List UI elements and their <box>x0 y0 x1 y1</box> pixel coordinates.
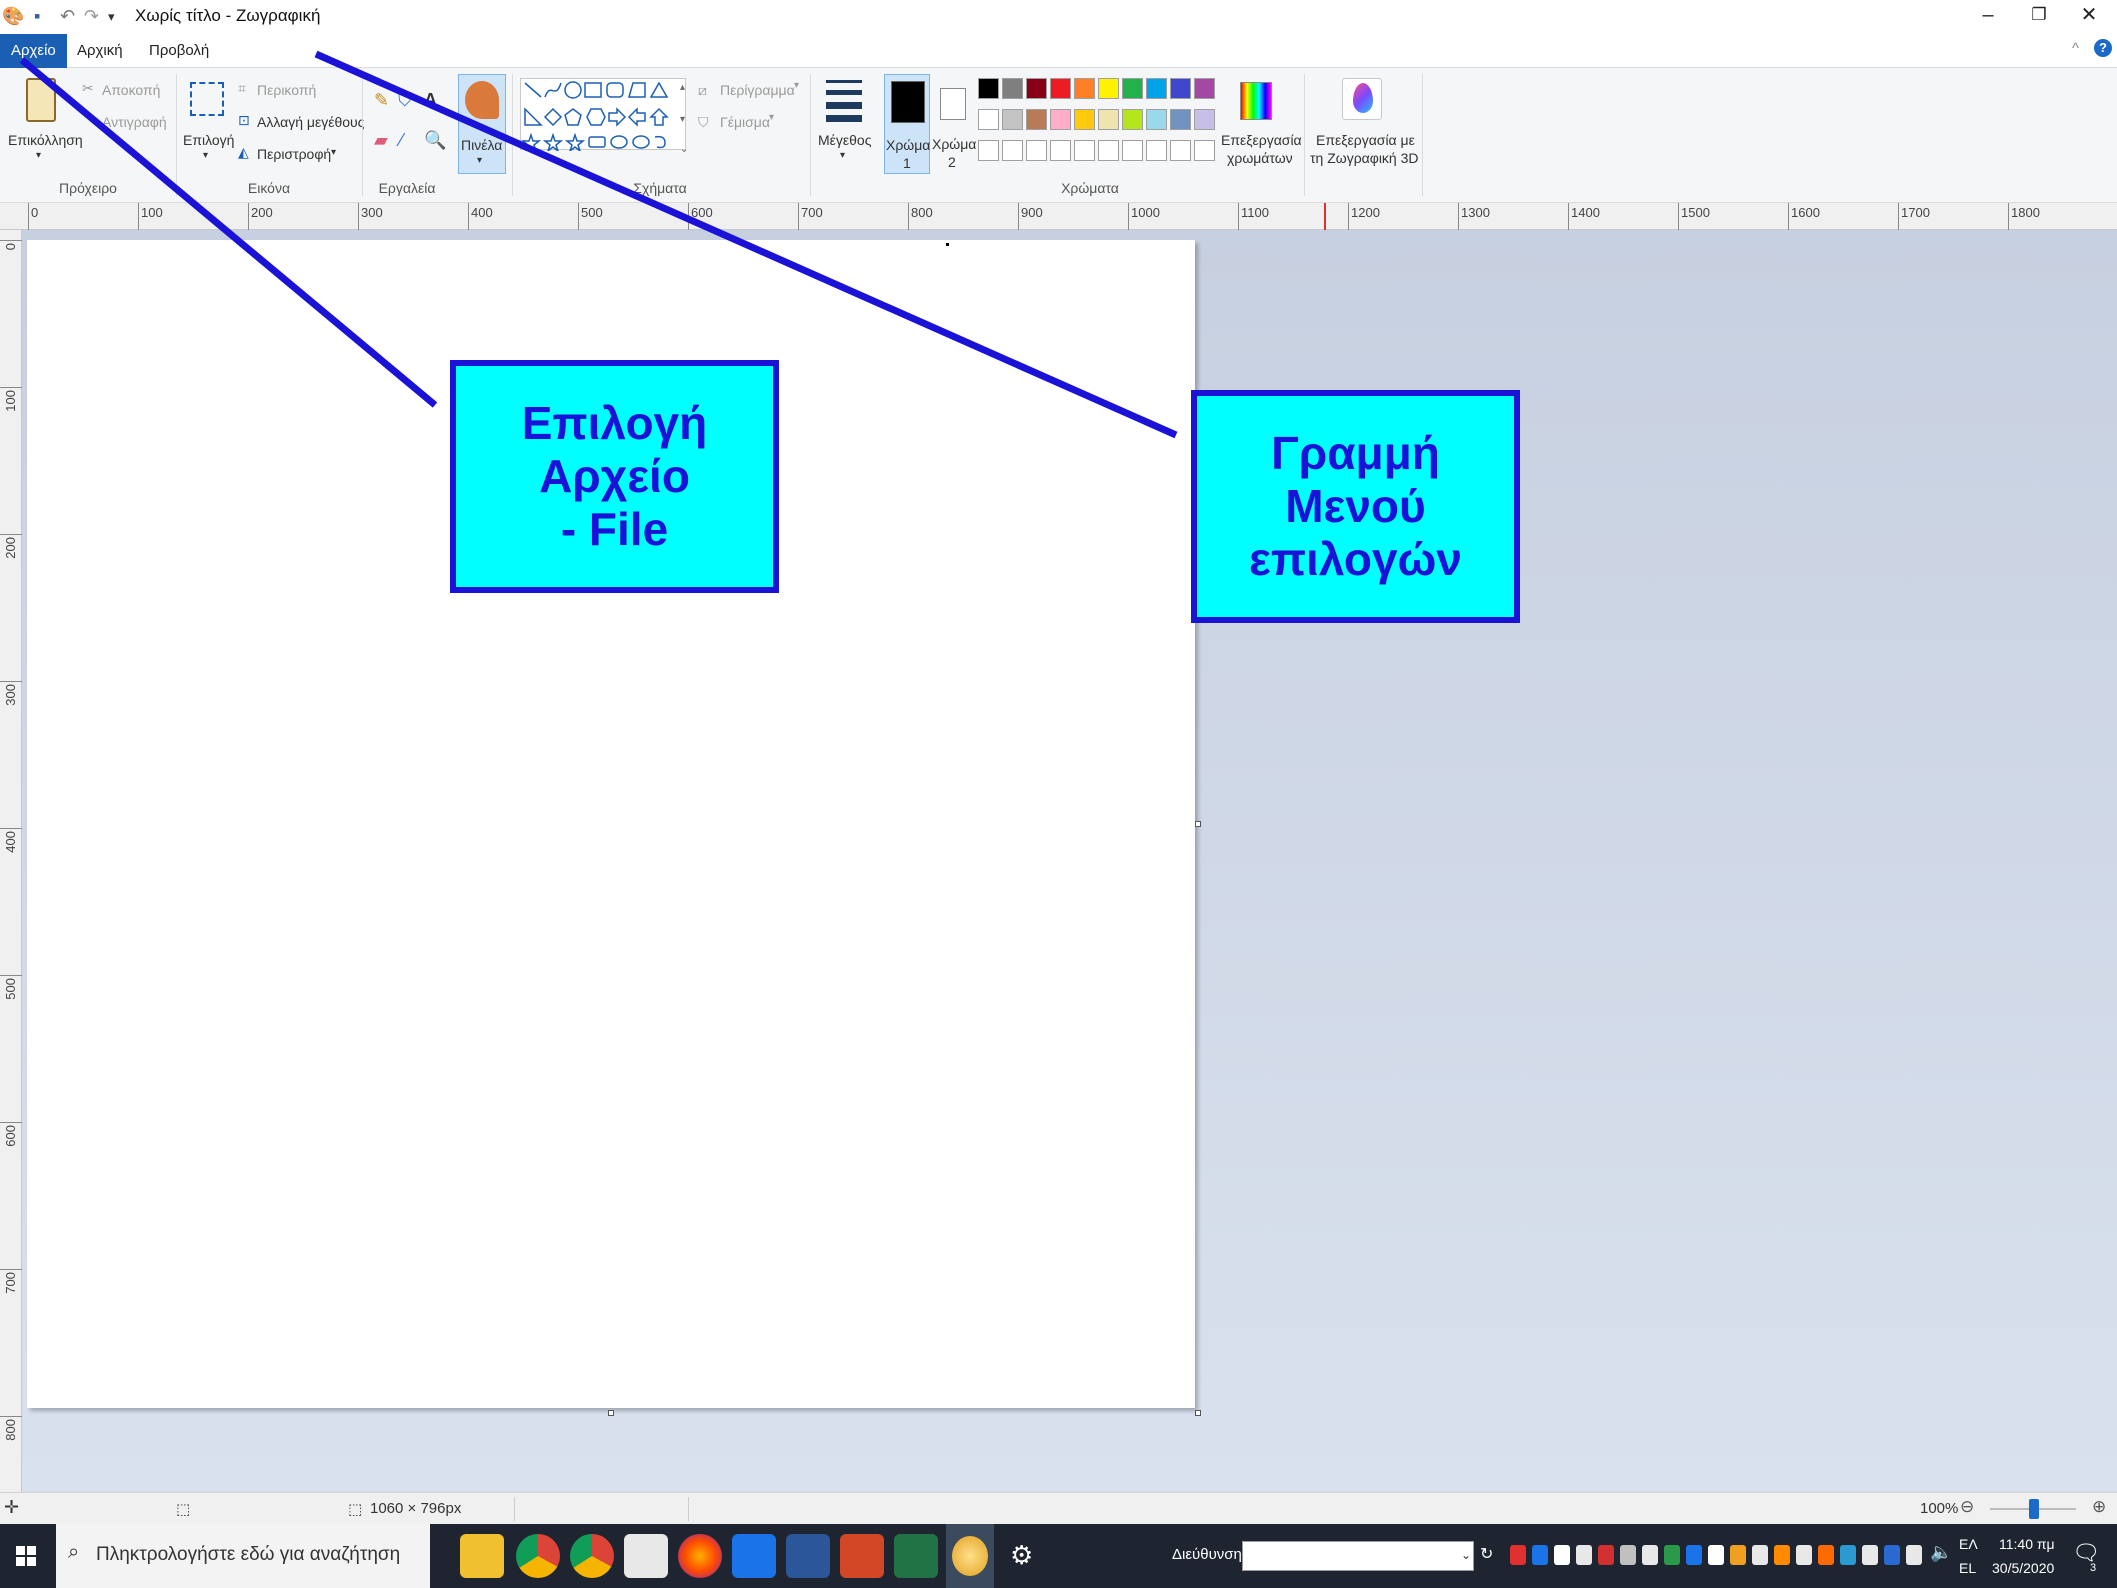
callout-lines <box>19 50 1178 439</box>
callout-file-line-1: Επιλογή <box>521 397 708 449</box>
volume-icon[interactable]: 🔈 <box>1930 1542 1952 1563</box>
notifications-count: 3 <box>2090 1562 2097 1574</box>
tray-app-icon[interactable] <box>1554 1545 1570 1565</box>
taskbar: ⌕ Πληκτρολογήστε εδώ για αναζήτηση ⚙ Διε… <box>0 1524 2117 1588</box>
tray-app-icon[interactable] <box>1576 1545 1592 1565</box>
callout-menu-line-2: Μενού <box>1285 480 1426 532</box>
callout-file-line-3: - File <box>560 503 669 555</box>
address-input[interactable]: ⌄ <box>1242 1541 1474 1571</box>
search-icon: ⌕ <box>68 1541 80 1563</box>
mail-icon[interactable] <box>732 1534 776 1578</box>
image-dimensions: 1060 × 796px <box>370 1500 462 1517</box>
tray-app-icon[interactable] <box>1862 1545 1878 1565</box>
tray-app-icon[interactable] <box>1730 1545 1746 1565</box>
tray-app-icon[interactable] <box>1752 1545 1768 1565</box>
powerpoint-icon[interactable] <box>840 1534 884 1578</box>
tray-app-icon[interactable] <box>1796 1545 1812 1565</box>
zoom-level: 100% <box>1920 1500 1959 1517</box>
zoom-slider-thumb[interactable] <box>2029 1499 2039 1519</box>
tray-app-icon[interactable] <box>1884 1545 1900 1565</box>
tray-app-icon[interactable] <box>1664 1545 1680 1565</box>
paint-taskbar-icon <box>952 1536 988 1576</box>
excel-icon[interactable] <box>894 1534 938 1578</box>
callout-file: Επιλογή Αρχείο - File <box>450 360 779 593</box>
callout-menu-line-1: Γραμμή <box>1271 427 1440 479</box>
input-language-top[interactable]: ΕΛ <box>1959 1536 1978 1552</box>
start-square <box>27 1546 36 1555</box>
address-go-icon[interactable]: ↻ <box>1480 1544 1493 1564</box>
callout-menu-line-3: επιλογών <box>1249 533 1462 585</box>
tray-app-icon[interactable] <box>1620 1545 1636 1565</box>
callout-file-line-2: Αρχείο <box>539 450 690 502</box>
tray-app-icon[interactable] <box>1906 1545 1922 1565</box>
windows-start-icon[interactable] <box>16 1546 36 1566</box>
address-label: Διεύθυνση <box>1172 1546 1242 1563</box>
chrome-icon-2[interactable] <box>570 1534 614 1578</box>
chrome-icon[interactable] <box>516 1534 560 1578</box>
status-divider <box>688 1497 689 1521</box>
callout-line-file <box>19 57 438 408</box>
clock-date[interactable]: 30/5/2020 <box>1992 1560 2054 1576</box>
taskbar-search-box[interactable]: ⌕ Πληκτρολογήστε εδώ για αναζήτηση <box>56 1524 430 1588</box>
tray-app-icon[interactable] <box>1840 1545 1856 1565</box>
zoom-out-button[interactable]: ⊖ <box>1960 1497 1974 1517</box>
tray-app-icon[interactable] <box>1598 1545 1614 1565</box>
tray-app-icon[interactable] <box>1642 1545 1658 1565</box>
tray-app-icon[interactable] <box>1774 1545 1790 1565</box>
tray-app-icon[interactable] <box>1686 1545 1702 1565</box>
search-placeholder: Πληκτρολογήστε εδώ για αναζήτηση <box>96 1544 401 1565</box>
clock-time[interactable]: 11:40 πμ <box>1999 1536 2055 1552</box>
document-app-icon[interactable] <box>624 1534 668 1578</box>
callout-menu-bar: Γραμμή Μενού επιλογών <box>1191 390 1520 623</box>
cursor-position-icon: ✛ <box>4 1497 20 1517</box>
tray-app-icon[interactable] <box>1818 1545 1834 1565</box>
selection-size-icon: ⬚ <box>176 1501 191 1518</box>
settings-icon[interactable]: ⚙ <box>1010 1540 1033 1571</box>
image-size-icon: ⬚ <box>348 1501 363 1518</box>
status-divider <box>514 1497 515 1521</box>
tray-app-icon[interactable] <box>1510 1545 1526 1565</box>
tray-app-icon[interactable] <box>1708 1545 1724 1565</box>
status-bar: ✛ ⬚ ⬚ 1060 × 796px 100% ⊖ ⊕ <box>0 1492 2117 1524</box>
firefox-icon[interactable] <box>678 1534 722 1578</box>
start-square <box>16 1546 25 1555</box>
tray-app-icon[interactable] <box>1532 1545 1548 1565</box>
system-tray <box>1500 1524 1940 1588</box>
input-language-bottom[interactable]: EL <box>1959 1560 1976 1576</box>
word-icon[interactable] <box>786 1534 830 1578</box>
start-square <box>27 1557 36 1566</box>
start-square <box>16 1557 25 1566</box>
address-dropdown-icon[interactable]: ⌄ <box>1461 1548 1471 1562</box>
file-explorer-icon[interactable] <box>460 1534 504 1578</box>
zoom-in-button[interactable]: ⊕ <box>2092 1497 2106 1517</box>
